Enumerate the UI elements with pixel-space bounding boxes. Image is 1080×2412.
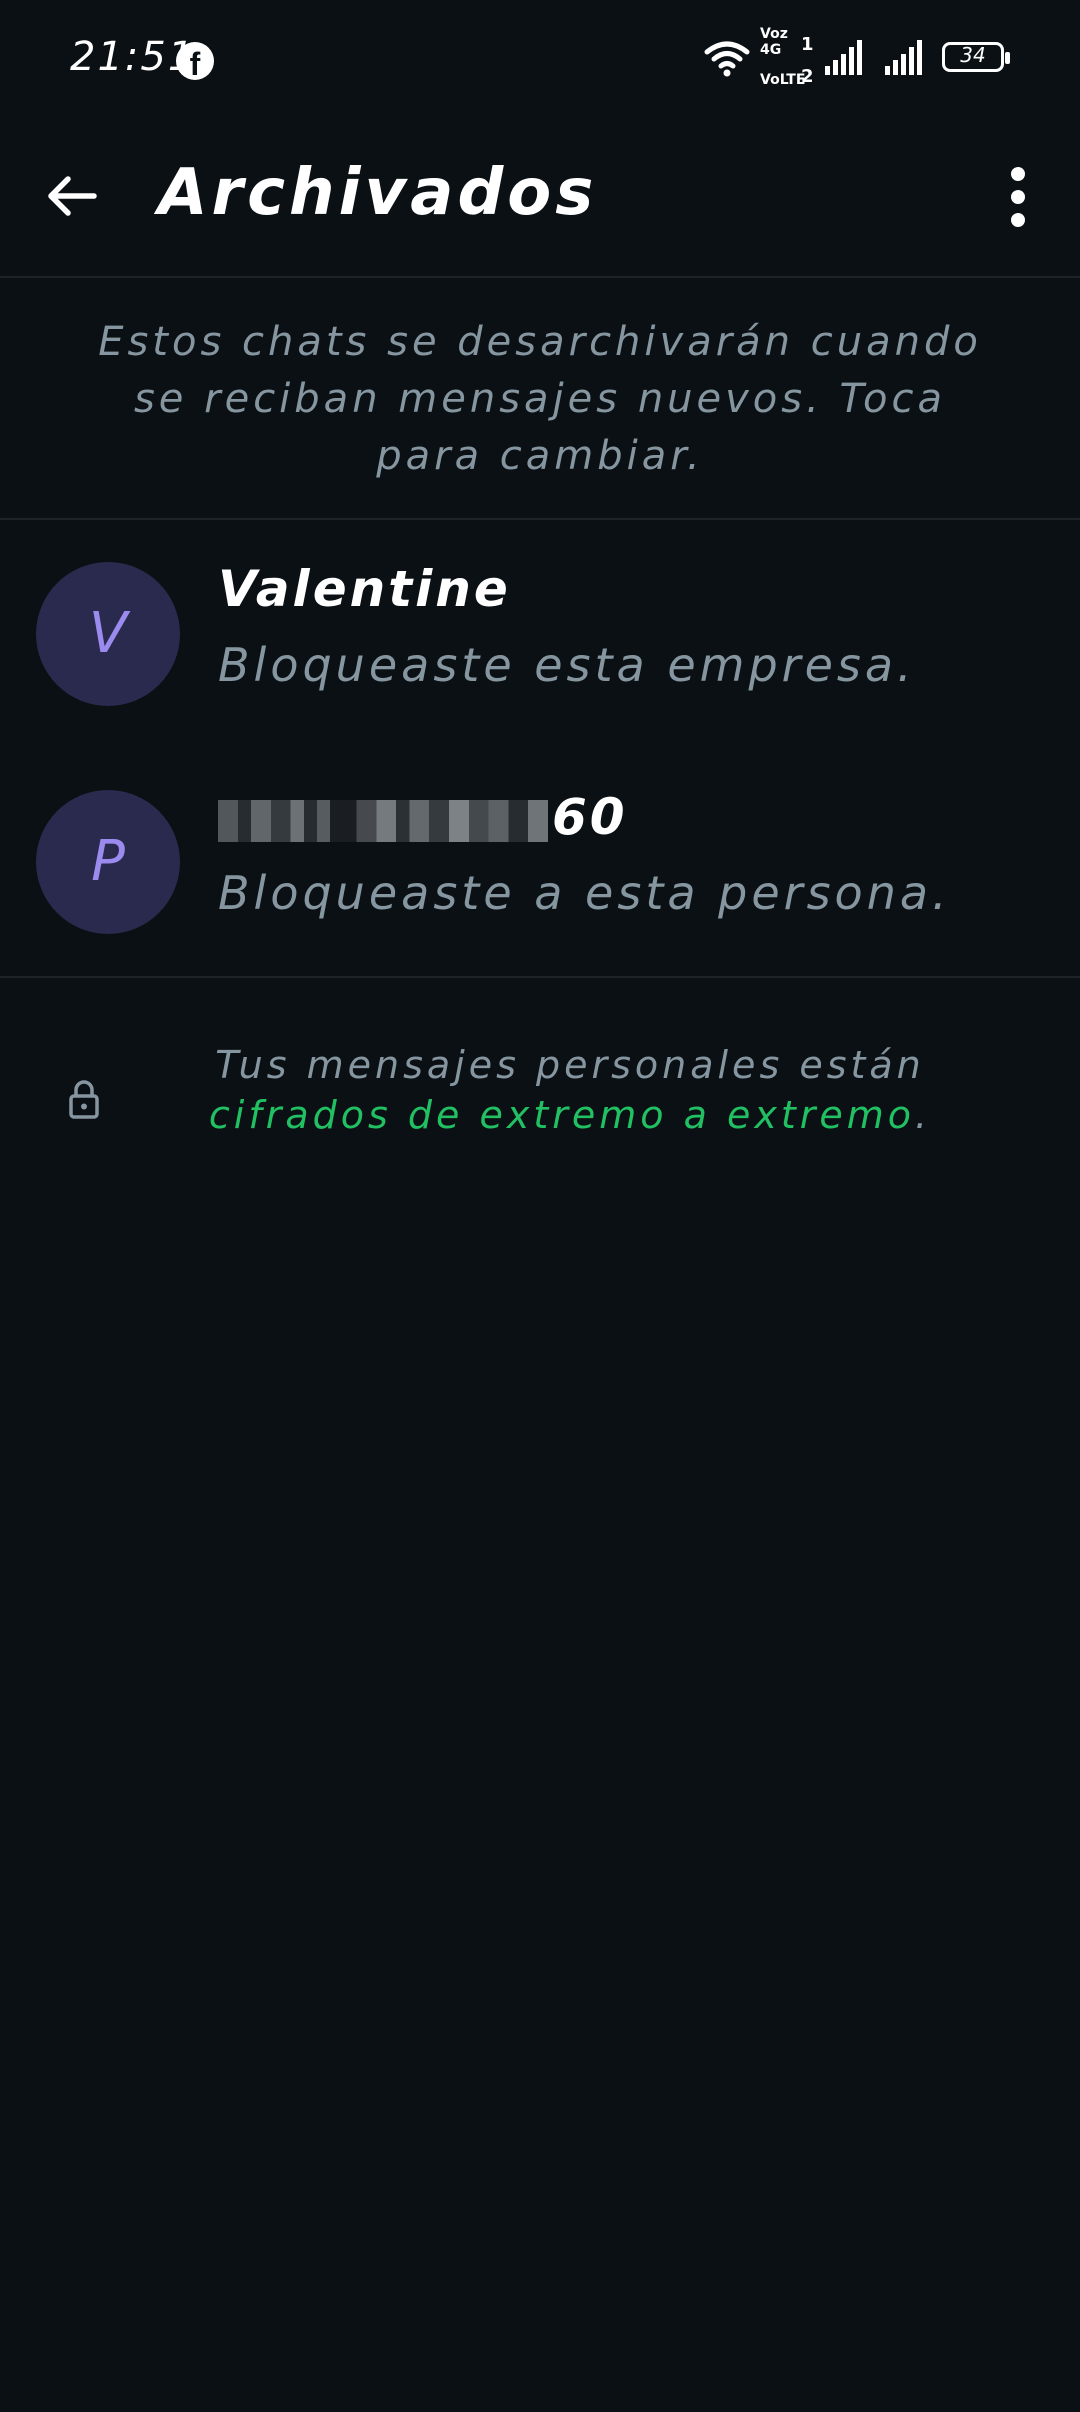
archive-settings-banner[interactable]: Estos chats se desarchivarán cuando se r… bbox=[0, 278, 1080, 520]
encryption-text-start: Tus mensajes personales están bbox=[215, 1043, 925, 1087]
chat-item-valentine[interactable]: V Valentine Bloqueaste esta empresa. bbox=[0, 520, 1080, 748]
lock-icon bbox=[69, 1080, 99, 1119]
chat-preview: Bloqueaste esta empresa. bbox=[218, 638, 916, 692]
avatar: V bbox=[36, 562, 180, 706]
facebook-notification-icon: f bbox=[176, 42, 214, 82]
encryption-notice: Tus mensajes personales están cifrados d… bbox=[0, 1040, 1080, 1160]
signal-sim2-icon bbox=[885, 40, 922, 75]
network-type-label: Voz 4G bbox=[760, 26, 788, 58]
battery-level: 34 bbox=[960, 43, 986, 67]
more-options-icon[interactable] bbox=[986, 162, 1050, 232]
chat-preview: Bloqueaste a esta persona. bbox=[218, 866, 951, 920]
redacted-phone-number bbox=[218, 799, 548, 842]
status-bar: 21:51 f Voz 4G VoLTE 1 2 34 bbox=[0, 0, 1080, 120]
volte-indicator: Voz 4G VoLTE bbox=[760, 26, 806, 88]
sim2-label: 2 bbox=[801, 66, 814, 87]
avatar: P bbox=[36, 790, 180, 934]
volte-label: VoLTE bbox=[760, 72, 806, 88]
page-title: Archivados bbox=[158, 156, 598, 230]
chat-item-contact[interactable]: P 60 Bloqueaste a esta persona. bbox=[0, 748, 1080, 976]
encryption-text-end: . bbox=[914, 1093, 932, 1137]
phone-number-suffix: 60 bbox=[552, 788, 628, 846]
sim1-label: 1 bbox=[801, 34, 814, 55]
archive-info-text: Estos chats se desarchivarán cuando se r… bbox=[98, 319, 982, 479]
signal-sim1-icon bbox=[825, 40, 862, 75]
chat-name: 60 bbox=[218, 788, 628, 846]
back-arrow-icon[interactable] bbox=[40, 164, 104, 228]
encryption-link[interactable]: cifrados de extremo a extremo bbox=[209, 1093, 915, 1137]
encryption-text: Tus mensajes personales están cifrados d… bbox=[150, 1040, 990, 1140]
wifi-icon bbox=[704, 41, 750, 77]
battery-icon: 34 bbox=[942, 42, 1010, 72]
chat-name: Valentine bbox=[218, 560, 511, 618]
app-header: Archivados bbox=[0, 120, 1080, 278]
list-divider bbox=[0, 976, 1080, 978]
